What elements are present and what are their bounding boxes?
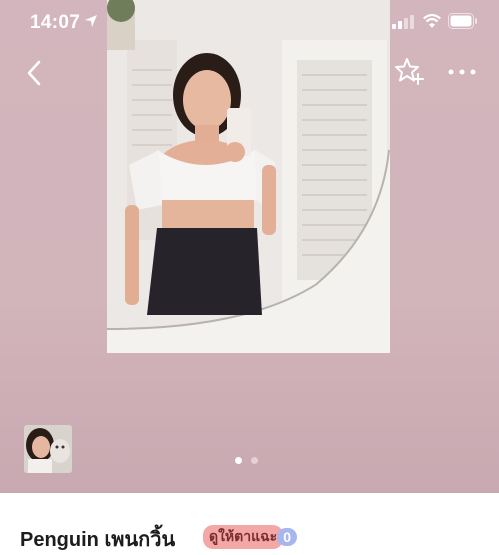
avatar-image	[24, 425, 72, 473]
page-dot-active[interactable]	[235, 457, 242, 464]
battery-icon	[448, 13, 478, 34]
cover-photo-image	[107, 0, 390, 353]
cover-photo[interactable]	[107, 0, 390, 353]
count-badge: 0	[277, 528, 297, 546]
status-message: ดูให้ตาแฉะ 0	[203, 525, 297, 549]
carousel-page-indicator	[235, 457, 258, 464]
status-badge: ดูให้ตาแฉะ	[203, 525, 284, 549]
profile-avatar-thumbnail[interactable]	[24, 425, 72, 473]
back-button[interactable]	[20, 58, 50, 88]
back-chevron-icon	[27, 60, 41, 86]
signal-icon	[392, 15, 414, 34]
wifi-icon	[423, 13, 441, 34]
status-time: 14:07	[30, 12, 81, 33]
profile-cover: 14:07	[0, 0, 499, 493]
add-favorite-button[interactable]	[394, 56, 424, 86]
location-arrow-icon	[84, 14, 98, 33]
more-options-icon	[448, 69, 476, 75]
add-favorite-star-icon	[395, 58, 424, 85]
page-dot[interactable]	[251, 457, 258, 464]
more-options-button[interactable]	[446, 60, 478, 84]
status-bar: 14:07	[0, 0, 499, 44]
profile-display-name[interactable]: Penguin เพนกวิ้น	[20, 523, 175, 555]
